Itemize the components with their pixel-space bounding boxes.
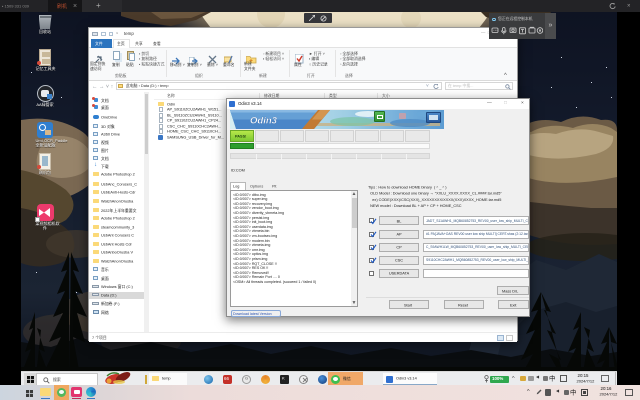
svg-text:Odin3: Odin3 xyxy=(250,116,278,127)
